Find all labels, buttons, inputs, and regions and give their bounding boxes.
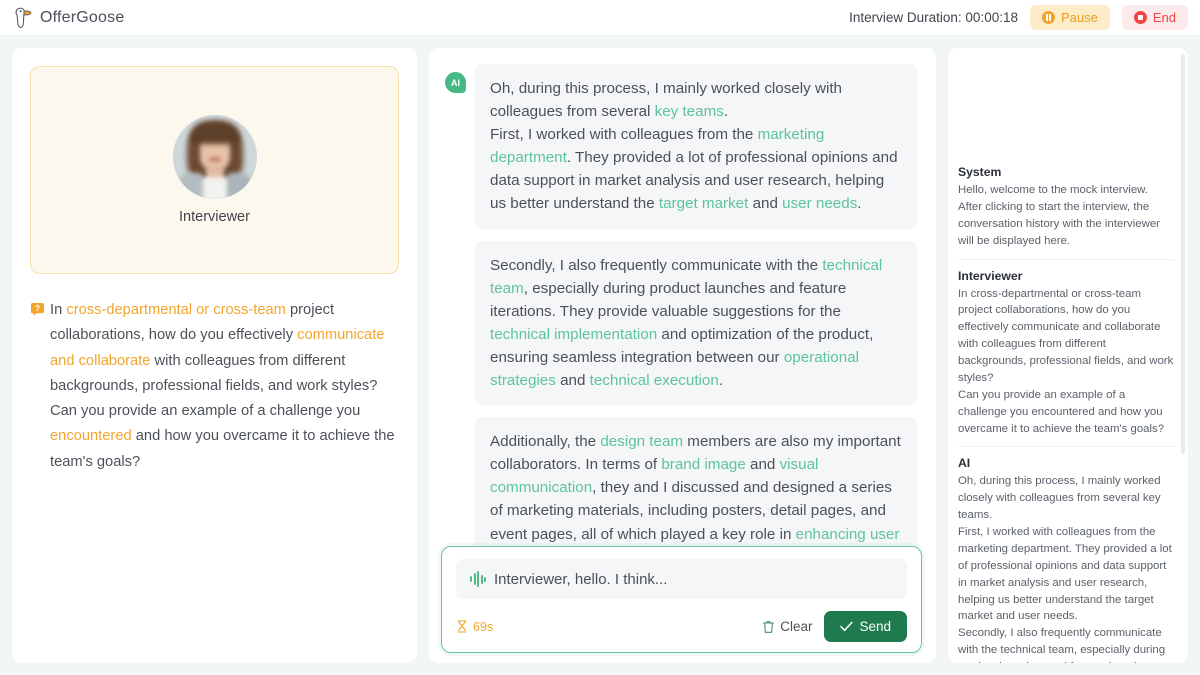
stop-icon — [1133, 11, 1147, 24]
transcript-speaker: AI — [958, 456, 971, 471]
interviewer-avatar — [172, 115, 257, 199]
transcript-scrollbar[interactable] — [1181, 54, 1185, 657]
conversation-panel: AI Oh, during this process, I mainly wor… — [429, 48, 936, 663]
message-highlight: design team — [600, 433, 684, 451]
transcript-text: Hello, welcome to the mock interview. Af… — [958, 184, 1160, 247]
page-body: Interviewer ? In cross-departmental or c… — [0, 36, 1200, 675]
send-button[interactable]: Send — [824, 611, 907, 642]
trash-icon — [763, 620, 775, 633]
q2-highlight-1: encountered — [50, 428, 132, 445]
send-button-label: Send — [859, 619, 891, 634]
q1-highlight-1: cross-departmental or cross-team — [66, 302, 286, 318]
answer-composer: Interviewer, hello. I think... 69s Clear — [441, 546, 922, 653]
brand-name: OfferGoose — [40, 8, 125, 26]
message-text: First, I worked with colleagues from the — [490, 126, 758, 144]
message-highlight: technical implementation — [490, 325, 658, 343]
interviewer-card: Interviewer — [30, 66, 399, 274]
question-paragraph-1: In cross-departmental or cross-team proj… — [50, 298, 399, 399]
end-button[interactable]: End — [1121, 5, 1188, 30]
q2-text-a: Can you provide an example of a challeng… — [50, 403, 361, 420]
message-highlight: brand image — [661, 456, 746, 474]
transcript-entry: System Hello, welcome to the mock intervi… — [958, 156, 1174, 260]
message-text: and — [745, 456, 780, 474]
interviewer-panel: Interviewer ? In cross-departmental or c… — [12, 48, 417, 663]
app-header: OfferGoose Interview Duration: 00:00:18 … — [0, 0, 1200, 36]
message-text: and — [555, 372, 590, 390]
pause-icon — [1041, 11, 1055, 24]
header-controls: Interview Duration: 00:00:18 Pause End — [849, 5, 1188, 30]
message-text: . — [723, 103, 729, 121]
message-text: . — [857, 195, 862, 213]
message-highlight: target market — [658, 195, 749, 213]
svg-text:?: ? — [35, 304, 40, 313]
message-bubble: Oh, during this process, I mainly worked… — [474, 64, 918, 229]
answer-input[interactable]: Interviewer, hello. I think... — [456, 559, 907, 599]
composer-toolbar: 69s Clear Send — [456, 611, 907, 642]
composer-actions: Clear Send — [762, 611, 907, 642]
hourglass-icon — [457, 620, 467, 633]
transcript-panel: System Hello, welcome to the mock intervi… — [948, 48, 1188, 663]
message-highlight: technical execution — [589, 372, 719, 390]
current-question: ? In cross-departmental or cross-team pr… — [30, 298, 399, 475]
transcript-entry: Interviewer In cross-departmental or cros… — [958, 260, 1174, 448]
transcript-speaker: Interviewer — [958, 268, 1023, 283]
message-text: , especially during product launches and… — [490, 279, 847, 320]
ai-avatar-badge: AI — [445, 72, 466, 93]
message-bubble: Secondly, I also frequently communicate … — [474, 240, 918, 406]
answer-input-value: Interviewer, hello. I think... — [494, 570, 668, 588]
end-button-label: End — [1152, 10, 1176, 25]
transcript-text: In cross-departmental or cross-team proj… — [958, 287, 1174, 435]
transcript-scrollbar-thumb[interactable] — [1181, 54, 1185, 454]
pause-button-label: Pause — [1060, 10, 1098, 25]
message-highlight: key teams — [654, 103, 724, 121]
clear-button[interactable]: Clear — [762, 619, 812, 634]
question-paragraph-2: Can you provide an example of a challeng… — [50, 399, 399, 475]
message-highlight: user needs — [782, 195, 858, 213]
message-text: Secondly, I also frequently communicate … — [490, 256, 823, 274]
message-text: and — [748, 195, 783, 213]
transcript-scroll-area[interactable]: System Hello, welcome to the mock intervi… — [948, 48, 1188, 663]
answer-timer: 69s — [456, 620, 493, 634]
answer-timer-value: 69s — [473, 619, 494, 634]
message-text: Additionally, the — [490, 433, 601, 451]
clear-button-label: Clear — [780, 619, 813, 634]
message-text: . — [718, 372, 724, 390]
question-bubble-icon: ? — [30, 302, 45, 316]
check-icon — [840, 621, 854, 632]
pause-button[interactable]: Pause — [1029, 5, 1110, 30]
transcript-entry: AI Oh, during this process, I mainly work… — [958, 447, 1174, 663]
audio-waveform-icon — [470, 571, 486, 587]
transcript-speaker: System — [958, 165, 1002, 179]
interviewer-role-label: Interviewer — [179, 209, 250, 225]
goose-icon — [15, 7, 32, 28]
interview-duration: Interview Duration: 00:00:18 — [849, 10, 1018, 25]
transcript-text: Oh, during this process, I mainly worked… — [958, 475, 1172, 663]
q1-text-a: In — [50, 302, 67, 318]
brand: OfferGoose — [12, 6, 124, 30]
transcript-list: System Hello, welcome to the mock intervi… — [958, 156, 1174, 663]
